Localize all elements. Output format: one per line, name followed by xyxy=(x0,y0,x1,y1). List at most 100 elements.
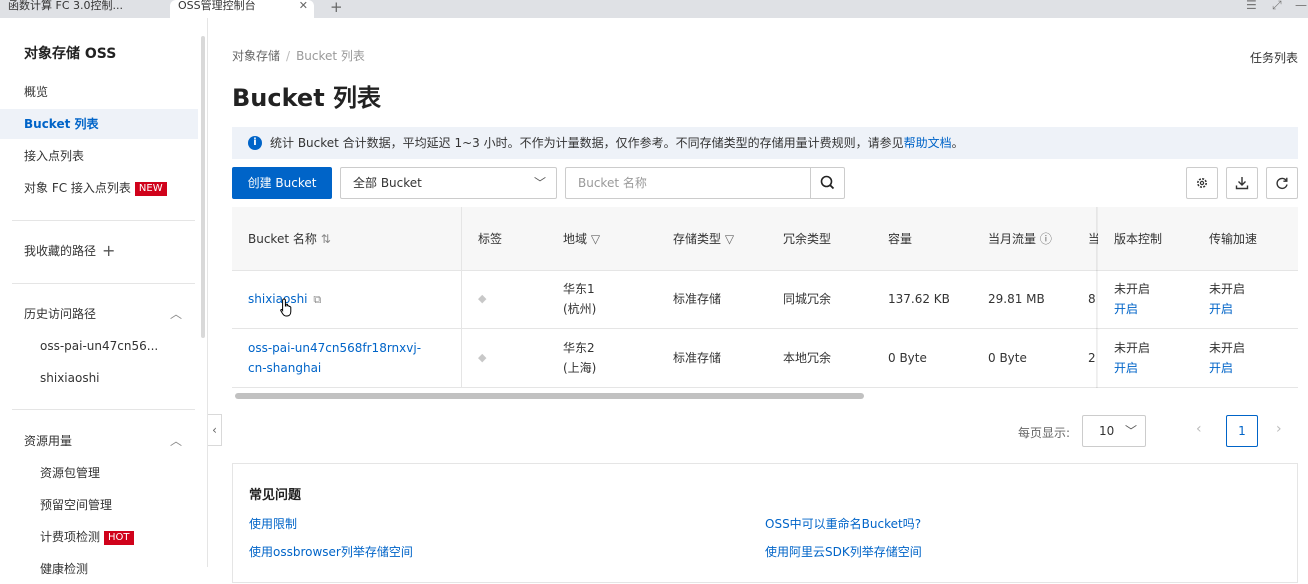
fixed-header: 版本控制 传输加速 xyxy=(1098,207,1298,271)
column-divider xyxy=(461,207,462,388)
region-cell: 华东1 (杭州) xyxy=(563,279,596,319)
close-tab-icon[interactable]: ✕ xyxy=(299,0,308,12)
acceleration-status: 未开启 xyxy=(1209,282,1246,296)
enable-versioning-link[interactable]: 开启 xyxy=(1114,299,1150,319)
browser-tab-oss[interactable]: OSS管理控制台 ✕ xyxy=(170,0,314,18)
sidebar-item-reserved-space[interactable]: 预留空间管理 xyxy=(0,490,198,520)
next-page-button[interactable]: › xyxy=(1276,421,1282,437)
fixed-columns: 版本控制 传输加速 未开启 开启 未开启 开启 未开启 开启 未开启 开启 xyxy=(1098,207,1298,388)
help-doc-link[interactable]: 帮助文档 xyxy=(904,136,952,150)
table-horizontal-scrollbar[interactable] xyxy=(235,393,864,399)
sidebar-item-bucket-list[interactable]: Bucket 列表 xyxy=(0,109,198,139)
create-bucket-button[interactable]: 创建 Bucket xyxy=(232,167,332,199)
browser-tab-fc[interactable]: 函数计算 FC 3.0控制... xyxy=(0,0,166,18)
enable-acceleration-link[interactable]: 开启 xyxy=(1209,299,1245,319)
column-header-storage[interactable]: 存储类型 ▽ xyxy=(673,207,734,271)
search-button[interactable] xyxy=(810,168,844,198)
sidebar-item-label: Bucket 列表 xyxy=(24,117,99,131)
gear-icon xyxy=(1197,178,1207,188)
filter-icon[interactable]: ▽ xyxy=(591,232,600,246)
column-header-acceleration: 传输加速 xyxy=(1209,232,1258,246)
breadcrumb-item-oss[interactable]: 对象存储 xyxy=(232,49,280,63)
sidebar-item-access-points[interactable]: 接入点列表 xyxy=(0,141,198,171)
download-button[interactable] xyxy=(1226,167,1258,199)
faq-link-sdk[interactable]: 使用阿里云SDK列举存储空间 xyxy=(765,543,922,560)
breadcrumb-separator: / xyxy=(286,49,291,63)
sidebar-item-label: 对象 FC 接入点列表 xyxy=(24,181,131,195)
page-number-current[interactable]: 1 xyxy=(1226,415,1258,447)
acceleration-cell: 未开启 开启 xyxy=(1209,338,1245,378)
sidebar-item-label: shixiaoshi xyxy=(40,371,100,385)
sidebar-group-history[interactable]: 历史访问路径 ︿ xyxy=(0,299,198,329)
redundancy-cell: 同城冗余 xyxy=(783,292,832,306)
enable-versioning-link[interactable]: 开启 xyxy=(1114,358,1150,378)
enable-acceleration-link[interactable]: 开启 xyxy=(1209,358,1245,378)
column-header-redundancy: 冗余类型 xyxy=(783,232,832,246)
page-size-value: 10 xyxy=(1099,424,1115,438)
more-cell: 8 xyxy=(1088,292,1096,306)
sidebar-item-resource-packs[interactable]: 资源包管理 xyxy=(0,458,198,488)
sidebar-item-favorites[interactable]: 我收藏的路径 + xyxy=(0,236,198,266)
copy-icon[interactable]: ⧉ xyxy=(313,293,321,306)
faq-link-limits[interactable]: 使用限制 xyxy=(249,515,297,532)
tag-icon[interactable]: ◆ xyxy=(478,351,486,364)
sidebar-item-health-check[interactable]: 健康检测 xyxy=(0,554,198,584)
sidebar-item-billing-check[interactable]: 计费项检测 HOT xyxy=(0,522,198,552)
tag-icon[interactable]: ◆ xyxy=(478,292,486,305)
traffic-cell: 29.81 MB xyxy=(988,292,1045,306)
capacity-cell: 0 Byte xyxy=(888,351,927,365)
column-header-region[interactable]: 地域 ▽ xyxy=(563,207,600,271)
browser-tab-strip: 函数计算 FC 3.0控制... OSS管理控制台 ✕ + ☰ ⤢ — xyxy=(0,0,1308,18)
page-size-select[interactable]: 10 ﹀ xyxy=(1082,415,1146,447)
sidebar-collapse-button[interactable]: ‹ xyxy=(208,414,222,446)
sidebar-item-history-oss-pai[interactable]: oss-pai-un47cn56... xyxy=(0,331,198,361)
sidebar-divider xyxy=(12,409,195,410)
prev-page-button[interactable]: ‹ xyxy=(1196,421,1202,437)
column-header-label: 当月流量 xyxy=(988,232,1037,246)
column-header-name[interactable]: Bucket 名称 ⇅ xyxy=(248,207,331,271)
versioning-cell: 未开启 开启 xyxy=(1114,338,1150,378)
fixed-row: 未开启 开启 未开启 开启 xyxy=(1098,330,1298,388)
faq-link-rename-bucket[interactable]: OSS中可以重命名Bucket吗? xyxy=(765,515,921,532)
task-list-link[interactable]: 任务列表 xyxy=(1250,49,1298,66)
add-favorite-icon[interactable]: + xyxy=(102,241,115,260)
chevron-up-icon: ︿ xyxy=(169,434,182,448)
sidebar-item-label: 计费项检测 xyxy=(40,530,101,544)
sidebar-item-history-shixiaoshi[interactable]: shixiaoshi xyxy=(0,363,198,393)
traffic-cell: 0 Byte xyxy=(988,351,1027,365)
region-name: 华东1 xyxy=(563,282,595,296)
sidebar-item-overview[interactable]: 概览 xyxy=(0,77,198,107)
chevron-down-icon: ﹀ xyxy=(1124,424,1137,438)
bucket-search-input[interactable] xyxy=(566,168,811,198)
column-header-tags: 标签 xyxy=(478,232,503,246)
refresh-icon xyxy=(1276,177,1288,190)
storage-cell: 标准存储 xyxy=(673,292,722,306)
sidebar-group-resources[interactable]: 资源用量 ︿ xyxy=(0,426,198,456)
settings-button[interactable] xyxy=(1186,167,1218,199)
bucket-link-continued[interactable]: cn-shanghai xyxy=(248,358,421,378)
sidebar: 对象存储 OSS 概览 Bucket 列表 接入点列表 对象 FC 接入点列表 N… xyxy=(0,18,208,576)
expand-icon[interactable]: ⤢ xyxy=(1272,0,1282,13)
refresh-button[interactable] xyxy=(1266,167,1298,199)
faq-title: 常见问题 xyxy=(249,488,302,503)
minimize-icon[interactable]: — xyxy=(1295,0,1307,12)
faq-link-ossbrowser[interactable]: 使用ossbrowser列举存储空间 xyxy=(249,543,413,560)
new-tab-icon[interactable]: + xyxy=(330,0,343,16)
sidebar-scrollbar[interactable] xyxy=(201,36,205,338)
filter-icon[interactable]: ▽ xyxy=(725,232,734,246)
redundancy-cell: 本地冗余 xyxy=(783,351,832,365)
bucket-link[interactable]: shixiaoshi xyxy=(248,292,308,306)
page-size-label: 每页显示: xyxy=(1018,426,1071,440)
menu-icon[interactable]: ☰ xyxy=(1246,0,1257,12)
bucket-filter-select[interactable]: 全部 Bucket ﹀ xyxy=(340,167,557,199)
bucket-link[interactable]: oss-pai-un47cn568fr18rnxvj- xyxy=(248,338,421,358)
sidebar-item-label: 资源用量 xyxy=(24,434,73,448)
sidebar-divider xyxy=(12,220,195,221)
sidebar-item-fc-access-points[interactable]: 对象 FC 接入点列表 NEW xyxy=(0,173,198,203)
sort-icon[interactable]: ⇅ xyxy=(321,232,331,246)
help-icon[interactable]: ⓘ xyxy=(1040,232,1052,246)
region-cell: 华东2 (上海) xyxy=(563,338,596,378)
sidebar-item-label: 健康检测 xyxy=(40,562,89,576)
versioning-cell: 未开启 开启 xyxy=(1114,279,1150,319)
tab-label: 函数计算 FC 3.0控制... xyxy=(8,0,123,12)
